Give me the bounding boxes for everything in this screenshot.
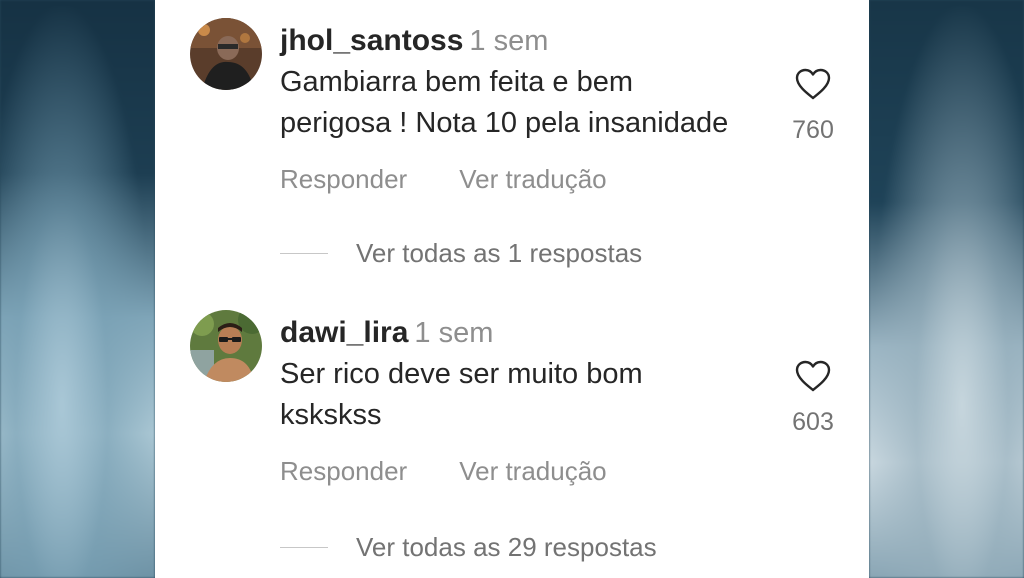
reply-button[interactable]: Responder [280, 164, 407, 195]
blurred-background-right [869, 0, 1024, 578]
comment-text-line: Ser rico deve ser muito bom [280, 358, 643, 390]
comments-panel: jhol_santoss 1 sem Gambiarra bem feita e … [155, 0, 869, 578]
like-count: 603 [792, 408, 834, 436]
comment-text-line: perigosa ! Nota 10 pela insanidade [280, 107, 729, 139]
view-replies[interactable]: Ver todas as 29 respostas [280, 532, 657, 563]
like-button[interactable] [791, 68, 835, 105]
avatar-image [190, 18, 262, 90]
comment-actions: Responder Ver tradução [280, 456, 607, 487]
comment-header: jhol_santoss 1 sem [280, 24, 548, 58]
comment-item: jhol_santoss 1 sem Gambiarra bem feita e … [155, 18, 869, 288]
comment-text-line: Gambiarra bem feita e bem [280, 66, 633, 98]
replies-divider [280, 547, 328, 548]
comment-text: Ser rico deve ser muito bom kskskss [280, 354, 780, 436]
comment-time: 1 sem [414, 317, 494, 349]
avatar[interactable] [190, 18, 262, 90]
view-replies[interactable]: Ver todas as 1 respostas [280, 238, 642, 269]
view-replies-label: Ver todas as 1 respostas [356, 238, 643, 268]
avatar-image [190, 310, 262, 382]
replies-divider [280, 253, 328, 254]
comment-actions: Responder Ver tradução [280, 164, 607, 195]
reply-button[interactable]: Responder [280, 456, 407, 487]
comment-item: dawi_lira 1 sem Ser rico deve ser muito b… [155, 310, 869, 578]
heart-outline-icon [795, 360, 831, 392]
translate-button[interactable]: Ver tradução [459, 456, 606, 487]
like-count: 760 [792, 116, 834, 144]
view-replies-label: Ver todas as 29 respostas [356, 532, 657, 562]
avatar[interactable] [190, 310, 262, 382]
blurred-background-left [0, 0, 155, 578]
translate-button[interactable]: Ver tradução [459, 164, 606, 195]
comment-time: 1 sem [469, 25, 549, 57]
comment-header: dawi_lira 1 sem [280, 316, 493, 350]
username[interactable]: dawi_lira [280, 316, 408, 349]
like-button[interactable] [791, 360, 835, 397]
comment-text: Gambiarra bem feita e bem perigosa ! Not… [280, 62, 780, 144]
comment-text-line: kskskss [280, 399, 382, 431]
screenshot-stage: jhol_santoss 1 sem Gambiarra bem feita e … [0, 0, 1024, 578]
username[interactable]: jhol_santoss [280, 24, 463, 57]
heart-outline-icon [795, 68, 831, 100]
